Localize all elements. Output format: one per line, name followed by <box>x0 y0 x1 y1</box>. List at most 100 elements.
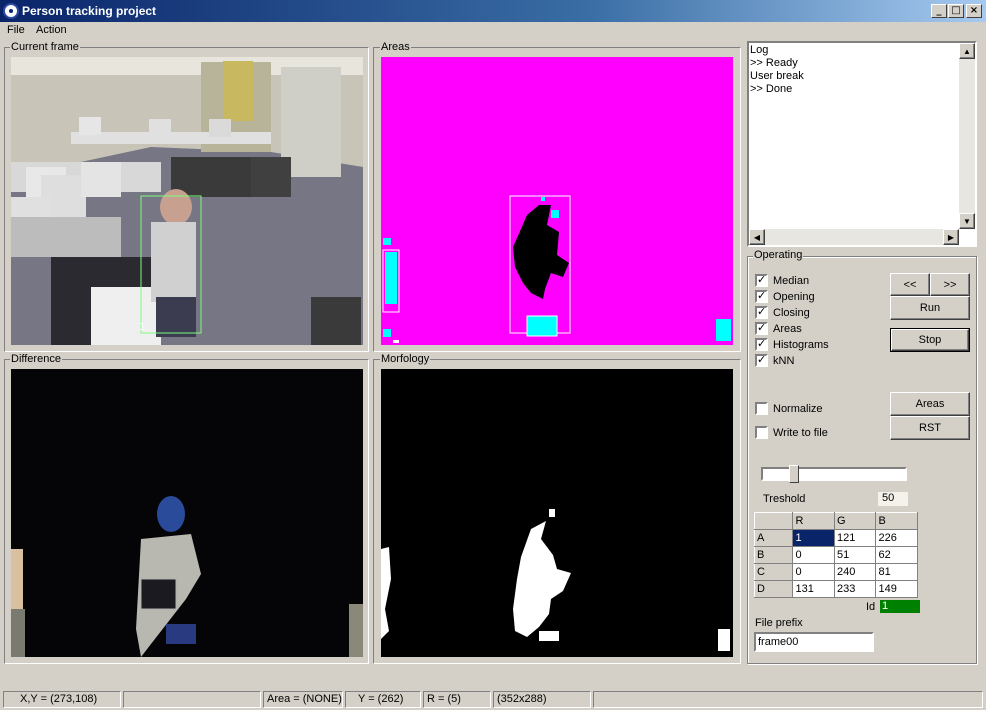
grid-header-cell: G <box>833 512 877 530</box>
run-button[interactable]: Run <box>890 296 970 320</box>
checkbox-label: Median <box>773 274 810 287</box>
scroll-left-icon[interactable]: ◀ <box>749 229 765 245</box>
menu-file[interactable]: File <box>7 24 25 36</box>
checkbox-label: Normalize <box>773 402 823 415</box>
table-row: A 1 121 226 <box>753 529 918 547</box>
id-value: 1 <box>880 600 920 613</box>
checkbox-label: Opening <box>773 290 815 303</box>
treshold-slider[interactable] <box>761 465 907 483</box>
table-row: B 0 51 62 <box>753 546 918 564</box>
scroll-up-icon[interactable]: ▲ <box>959 43 975 59</box>
grid-cell[interactable]: 0 <box>792 546 835 564</box>
slider-thumb[interactable] <box>789 465 799 483</box>
status-resolution: (352x288) <box>493 691 591 708</box>
current-frame-view[interactable]: 1 <box>11 57 363 345</box>
scroll-right-icon[interactable]: ▶ <box>943 229 959 245</box>
grid-cell[interactable]: 233 <box>833 580 877 598</box>
grid-cell[interactable]: 149 <box>875 580 918 598</box>
grid-header-cell: B <box>875 512 918 530</box>
rst-button[interactable]: RST <box>890 416 970 440</box>
status-empty <box>123 691 261 708</box>
grid-header-cell <box>753 512 794 530</box>
areas-title: Areas <box>380 41 411 53</box>
close-button[interactable]: × <box>966 4 982 18</box>
grid-cell[interactable]: 0 <box>792 563 835 581</box>
eye-app-icon <box>3 3 19 19</box>
menu-action[interactable]: Action <box>36 24 67 36</box>
title-bar: Person tracking project _ □ × <box>0 0 986 22</box>
checkbox-box[interactable] <box>755 305 768 319</box>
status-xy: X,Y = (273,108) <box>3 691 121 708</box>
stop-button[interactable]: Stop <box>890 328 970 352</box>
closing-checkbox[interactable]: Closing <box>755 305 810 319</box>
current-frame-title: Current frame <box>10 41 80 53</box>
next-button[interactable]: >> <box>930 273 970 296</box>
status-area: Area = (NONE) <box>263 691 343 708</box>
grid-header-row: R G B <box>753 512 918 530</box>
status-r: R = (5) <box>423 691 491 708</box>
checkbox-box[interactable] <box>755 353 768 367</box>
log-line: >> Done <box>750 83 793 95</box>
checkbox-box[interactable] <box>755 321 768 335</box>
grid-cell[interactable]: 121 <box>833 529 877 547</box>
id-label: Id <box>866 601 876 613</box>
checkbox-label: Areas <box>773 322 802 335</box>
operating-title: Operating <box>753 249 804 261</box>
status-bar: X,Y = (273,108) Area = (NONE) Y = (262) … <box>0 689 986 710</box>
grid-cell[interactable]: 240 <box>833 563 877 581</box>
file-prefix-label: File prefix <box>755 617 803 629</box>
row-header: A <box>753 529 794 547</box>
morfology-title: Morfology <box>380 353 431 365</box>
prev-button[interactable]: << <box>890 273 930 296</box>
table-row: D 131 233 149 <box>753 580 918 598</box>
treshold-value: 50 <box>878 492 908 506</box>
color-grid[interactable]: R G B A 1 121 226 B 0 51 62 C 0 240 81 D… <box>753 512 918 598</box>
maximize-button[interactable]: □ <box>948 4 964 18</box>
checkbox-box[interactable] <box>755 402 768 415</box>
areas-view[interactable] <box>381 57 733 345</box>
checkbox-box[interactable] <box>755 337 768 351</box>
log-box[interactable]: Log >> Ready User break >> Done ▲ ▼ ◀ ▶ <box>747 41 977 247</box>
checkbox-box[interactable] <box>755 289 768 303</box>
log-line: Log <box>750 44 769 56</box>
grid-cell[interactable]: 1 <box>792 529 835 547</box>
checkbox-label: Histograms <box>773 338 829 351</box>
log-line: >> Ready <box>750 57 798 69</box>
difference-title: Difference <box>10 353 62 365</box>
treshold-label: Treshold <box>763 493 806 505</box>
row-header: D <box>753 580 794 598</box>
status-y: Y = (262) <box>345 691 421 708</box>
grid-cell[interactable]: 62 <box>875 546 918 564</box>
grid-header-cell: R <box>792 512 835 530</box>
morfology-view[interactable] <box>381 369 733 657</box>
grid-cell[interactable]: 51 <box>833 546 877 564</box>
file-prefix-input[interactable] <box>754 632 874 652</box>
write-to-file-checkbox[interactable]: Write to file <box>755 426 828 439</box>
checkbox-box[interactable] <box>755 273 768 287</box>
checkbox-label: Write to file <box>773 426 828 439</box>
grid-cell[interactable]: 131 <box>792 580 835 598</box>
areas-button[interactable]: Areas <box>890 392 970 416</box>
grid-cell[interactable]: 81 <box>875 563 918 581</box>
difference-view[interactable] <box>11 369 363 657</box>
log-hscrollbar[interactable]: ◀ ▶ <box>749 229 959 245</box>
menu-bar: File Action <box>0 22 986 40</box>
minimize-button[interactable]: _ <box>931 4 947 18</box>
person-id-label: 1 <box>139 321 146 333</box>
log-vscrollbar[interactable]: ▲ ▼ <box>959 43 975 229</box>
opening-checkbox[interactable]: Opening <box>755 289 815 303</box>
grid-cell[interactable]: 226 <box>875 529 918 547</box>
log-line: User break <box>750 70 804 82</box>
row-header: B <box>753 546 794 564</box>
table-row: C 0 240 81 <box>753 563 918 581</box>
checkbox-box[interactable] <box>755 426 768 439</box>
knn-checkbox[interactable]: kNN <box>755 353 795 367</box>
scroll-down-icon[interactable]: ▼ <box>959 213 975 229</box>
normalize-checkbox[interactable]: Normalize <box>755 402 823 415</box>
row-header: C <box>753 563 794 581</box>
median-checkbox[interactable]: Median <box>755 273 810 287</box>
areas-checkbox[interactable]: Areas <box>755 321 802 335</box>
checkbox-label: Closing <box>773 306 810 319</box>
checkbox-label: kNN <box>773 354 795 367</box>
histograms-checkbox[interactable]: Histograms <box>755 337 829 351</box>
